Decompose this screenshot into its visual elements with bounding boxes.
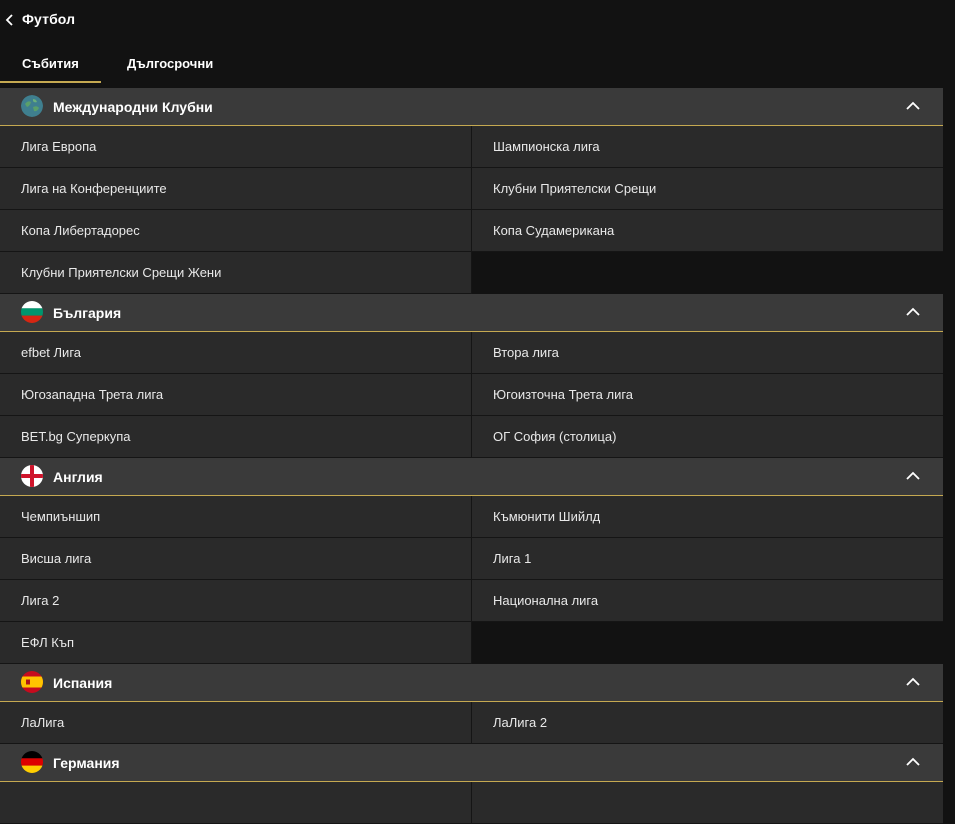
list-item[interactable]: Национална лига — [472, 580, 943, 622]
germany-flag-icon — [21, 751, 43, 773]
empty-cell — [472, 622, 943, 664]
chevron-up-icon[interactable] — [905, 99, 921, 113]
chevron-left-icon[interactable] — [4, 12, 16, 28]
active-tab-indicator — [0, 81, 101, 83]
list-item[interactable]: Югоизточна Трета лига — [472, 374, 943, 416]
list-item[interactable]: Лига 1 — [472, 538, 943, 580]
group-header-germany[interactable]: Германия — [0, 744, 943, 782]
list-item[interactable]: ЛаЛига — [0, 702, 472, 744]
list-item[interactable]: Копа Судамерикана — [472, 210, 943, 252]
empty-cell — [472, 252, 943, 294]
list-item[interactable] — [472, 782, 943, 824]
tab-events[interactable]: Събития — [22, 56, 79, 71]
list-item[interactable]: ОГ София (столица) — [472, 416, 943, 458]
list-item[interactable]: Втора лига — [472, 332, 943, 374]
tab-bar: Събития Дългосрочни — [0, 44, 955, 83]
list-item[interactable]: Копа Либертадорес — [0, 210, 472, 252]
list-item[interactable] — [0, 782, 472, 824]
list-item[interactable]: ЛаЛига 2 — [472, 702, 943, 744]
list-item[interactable]: Клубни Приятелски Срещи — [472, 168, 943, 210]
group-items-spain: ЛаЛига ЛаЛига 2 — [0, 702, 943, 744]
list-item[interactable]: efbet Лига — [0, 332, 472, 374]
competition-list: Международни Клубни Лига Европа Шампионс… — [0, 88, 943, 824]
tab-long-term[interactable]: Дългосрочни — [127, 56, 213, 71]
page-title: Футбол — [22, 11, 76, 27]
bulgaria-flag-icon — [21, 301, 43, 323]
spain-flag-icon — [21, 671, 43, 693]
list-item[interactable]: Лига 2 — [0, 580, 472, 622]
chevron-up-icon[interactable] — [905, 305, 921, 319]
group-title: България — [53, 304, 122, 321]
group-header-spain[interactable]: Испания — [0, 664, 943, 702]
list-item[interactable]: Клубни Приятелски Срещи Жени — [0, 252, 472, 294]
chevron-up-icon[interactable] — [905, 469, 921, 483]
group-title: Германия — [53, 754, 120, 771]
group-title: Международни Клубни — [53, 98, 213, 115]
group-items-international: Лига Европа Шампионска лига Лига на Конф… — [0, 126, 943, 294]
list-item[interactable]: Къмюнити Шийлд — [472, 496, 943, 538]
group-title: Англия — [53, 468, 103, 485]
group-header-international[interactable]: Международни Клубни — [0, 88, 943, 126]
list-item[interactable]: Шампионска лига — [472, 126, 943, 168]
list-item[interactable]: Висша лига — [0, 538, 472, 580]
globe-icon — [21, 95, 43, 117]
top-bar: Футбол — [0, 0, 955, 40]
list-item[interactable]: Чемпиъншип — [0, 496, 472, 538]
group-items-bulgaria: efbet Лига Втора лига Югозападна Трета л… — [0, 332, 943, 458]
list-item[interactable]: Лига на Конференциите — [0, 168, 472, 210]
group-title: Испания — [53, 674, 113, 691]
group-items-germany — [0, 782, 943, 824]
group-header-bulgaria[interactable]: България — [0, 294, 943, 332]
group-items-england: Чемпиъншип Къмюнити Шийлд Висша лига Лиг… — [0, 496, 943, 664]
group-header-england[interactable]: Англия — [0, 458, 943, 496]
list-item[interactable]: ЕФЛ Къп — [0, 622, 472, 664]
list-item[interactable]: Лига Европа — [0, 126, 472, 168]
chevron-up-icon[interactable] — [905, 675, 921, 689]
england-flag-icon — [21, 465, 43, 487]
chevron-up-icon[interactable] — [905, 755, 921, 769]
list-item[interactable]: Югозападна Трета лига — [0, 374, 472, 416]
list-item[interactable]: BET.bg Суперкупа — [0, 416, 472, 458]
